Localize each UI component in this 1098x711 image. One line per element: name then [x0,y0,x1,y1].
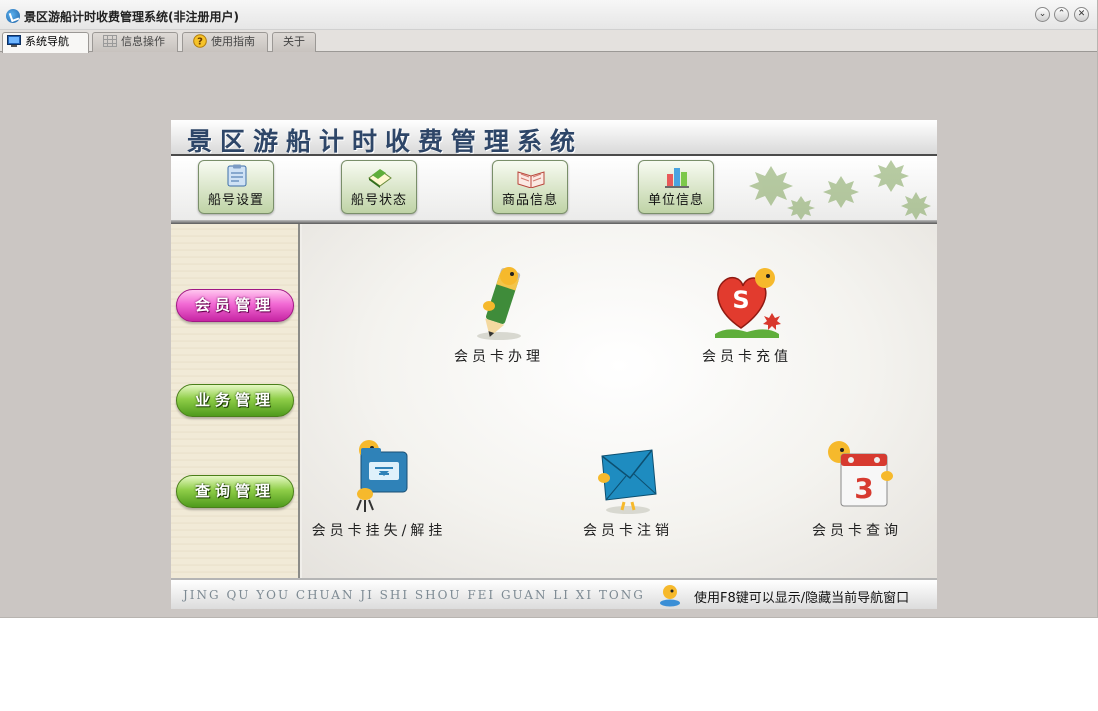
help-icon: ? [193,34,207,48]
tab-label: 关于 [283,35,305,48]
svg-text:?: ? [197,37,203,48]
feature-label: 会员卡注销 [583,523,673,539]
tab-system-nav[interactable]: 系统导航 [2,32,89,53]
svg-text:3: 3 [854,472,873,505]
title-bar[interactable]: 景区游船计时收费管理系统(非注册用户) ⌄ ⌃ ✕ [0,0,1097,30]
maximize-button[interactable]: ⌃ [1054,7,1069,22]
feature-label: 会员卡挂失/解挂 [311,523,447,539]
calendar-mascot-icon: 3 [828,441,893,507]
toolbar-label: 船号状态 [350,193,407,208]
mascot-icon [660,585,680,607]
panel-header: 景区游船计时收费管理系统 [171,120,937,156]
toolbar-label: 船号设置 [207,193,264,208]
maple-leaves-decoration [749,160,931,220]
feature-card-report-loss[interactable]: 会员卡挂失/解挂 [294,436,464,546]
app-window: 景区游船计时收费管理系统(非注册用户) ⌄ ⌃ ✕ 系统导航 信息操作 ? 使用指… [0,0,1098,618]
toolbar-label: 商品信息 [501,193,558,208]
feature-card-query[interactable]: 3 会员卡查询 [772,436,937,546]
toolbar-boat-status-button[interactable]: 船号状态 [341,160,417,214]
toolbar-goods-info-button[interactable]: 商品信息 [492,160,568,214]
tab-label: 系统导航 [25,35,69,48]
toolbar-unit-info-button[interactable]: 单位信息 [638,160,714,214]
feature-card-issue[interactable]: 会员卡办理 [414,262,584,372]
minimize-button[interactable]: ⌄ [1035,7,1050,22]
system-title: 景区游船计时收费管理系统 [187,127,584,156]
feature-label: 会员卡查询 [812,523,902,539]
grid-icon [103,35,117,47]
sidebar: 会员管理 业务管理 查询管理 [171,224,300,578]
toolbar-boat-settings-button[interactable]: 船号设置 [198,160,274,214]
feature-card-cancel[interactable]: 会员卡注销 [543,436,713,546]
feature-label: 会员卡充值 [702,349,792,365]
tab-label: 使用指南 [211,35,255,48]
pencil-mascot-icon [477,267,521,340]
clipboard-icon [227,164,247,187]
panel-footer: JING QU YOU CHUAN JI SHI SHOU FEI GUAN L… [171,578,937,609]
sidebar-query-management[interactable]: 查询管理 [176,475,294,508]
monitor-icon [7,35,21,47]
window-title: 景区游船计时收费管理系统(非注册用户) [24,10,239,24]
app-logo-icon [6,9,20,23]
tab-label: 信息操作 [121,35,165,48]
tab-user-guide[interactable]: ? 使用指南 [182,32,268,52]
sidebar-business-management[interactable]: 业务管理 [176,384,294,417]
tab-info-ops[interactable]: 信息操作 [92,32,178,52]
feature-card-recharge[interactable]: S 会员卡充值 [662,262,832,372]
toolbar-label: 单位信息 [647,193,704,208]
folder-mascot-icon [356,440,408,512]
book-icon [368,169,392,188]
building-icon [665,168,689,188]
tab-bar: 系统导航 信息操作 ? 使用指南 关于 [0,30,1097,53]
sidebar-member-management[interactable]: 会员管理 [176,289,294,322]
feature-label: 会员卡办理 [454,349,544,365]
heart-mascot-icon: S [715,268,781,338]
footer-hint: 使用F8键可以显示/隐藏当前导航窗口 [694,591,910,606]
feature-area: 会员卡办理 S 会员卡充值 会员卡挂失/解挂 会员卡注销 3 会员卡查询 [302,224,937,578]
toolbar: 船号设置 船号状态 商品信息 单位信息 [171,156,937,220]
envelope-mascot-icon [598,449,657,514]
navigation-panel: 景区游船计时收费管理系统 船号设置 船号状态 商品信息 单位信息 会员管理 业务… [171,120,937,609]
tab-about[interactable]: 关于 [272,32,316,52]
open-book-icon [517,171,545,188]
svg-text:S: S [732,286,749,314]
footer-pinyin-title: JING QU YOU CHUAN JI SHI SHOU FEI GUAN L… [183,588,645,602]
close-button[interactable]: ✕ [1074,7,1089,22]
